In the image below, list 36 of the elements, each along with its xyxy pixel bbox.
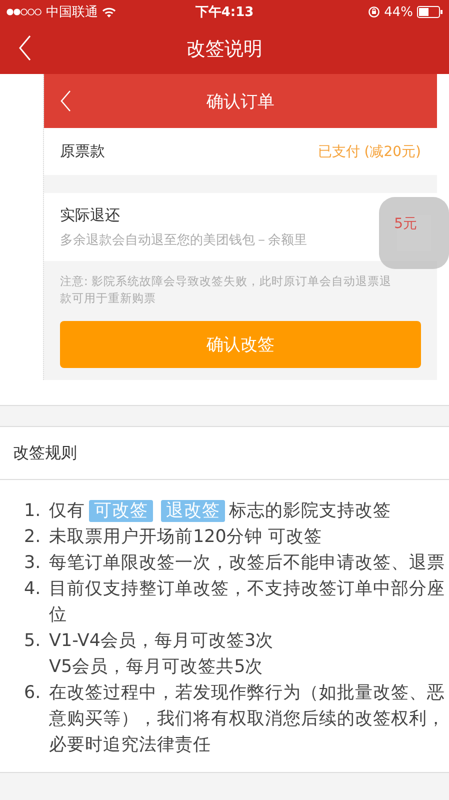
refund-amount: 5元 xyxy=(394,215,417,233)
list-number: 5. xyxy=(24,630,42,653)
page-title: 改签说明 xyxy=(186,37,262,62)
rule-text: 目前仅支持整订单改签，不支持改签订单中部分座位 xyxy=(49,579,445,625)
rule-text: V5会员，每月可改签共5次 xyxy=(49,656,264,679)
refund-note: 多余退款会自动退至您的美团钱包－余额里 xyxy=(60,232,307,248)
confirm-button[interactable]: 确认改签 xyxy=(60,321,421,368)
rule-tag: 退改签 xyxy=(161,500,225,522)
rule-text: V1-V4会员，每月可改签3次 xyxy=(49,630,275,653)
carrier-name: 中国联通 xyxy=(46,4,98,21)
rule-text: 每笔订单限改签一次，改签后不能申请改签、退票 xyxy=(49,553,445,573)
payment-status: 已支付 (减20元) xyxy=(318,142,421,160)
back-icon xyxy=(18,35,32,61)
wifi-icon xyxy=(102,6,116,18)
list-number: 2. xyxy=(24,526,42,549)
row-label: 实际退还 xyxy=(60,206,121,224)
back-button[interactable] xyxy=(18,35,32,61)
clock-time: 下午4:13 xyxy=(195,4,254,21)
list-number: 1. xyxy=(24,500,42,523)
list-number: 6. xyxy=(24,682,42,705)
rule-text: 未取票用户开场前120分钟 可改签 xyxy=(49,527,322,547)
battery-percent: 44% xyxy=(384,4,413,20)
signal-icon xyxy=(6,8,42,16)
battery-icon xyxy=(417,6,443,18)
rule-tag: 可改签 xyxy=(89,500,153,522)
section-title: 改签规则 xyxy=(13,442,77,464)
list-number: 3. xyxy=(24,552,42,575)
rule-text: 仅有 xyxy=(49,501,85,521)
rotation-lock-icon xyxy=(368,6,380,18)
back-icon xyxy=(60,90,71,112)
order-title: 确认订单 xyxy=(206,90,274,112)
rule-text: 标志的影院支持改签 xyxy=(229,501,391,521)
row-label: 原票款 xyxy=(60,142,105,161)
list-number: 4. xyxy=(24,578,42,601)
notice-text: 注意: 影院系统故障会导致改签失败，此时原订单会自动退票退款可用于重新购票 xyxy=(59,273,393,307)
rule-text: 在改签过程中，若发现作弊行为（如批量改签、恶意购买等），我们将有权取消您后续的改签权利，必要时追究法律责任 xyxy=(49,683,445,755)
